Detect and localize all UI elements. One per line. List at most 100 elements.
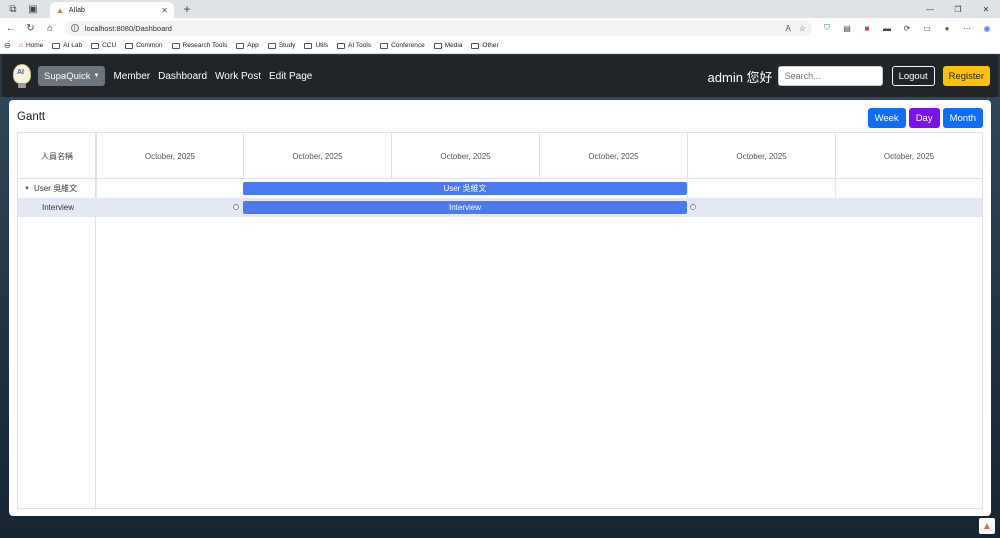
week-view-button[interactable]: Week [867,108,906,128]
back-icon[interactable]: ← [2,23,20,34]
bookmark-folder[interactable]: Other [471,42,499,49]
red-extension-icon[interactable]: ■ [860,22,874,34]
gantt-chart: 人員名稱 October, 2025 October, 2025 October… [17,132,983,509]
split-screen-icon[interactable]: ▭ [920,22,934,34]
bookmark-label: App [247,42,259,49]
bookmark-folder[interactable]: Media [433,42,463,49]
address-bar-row: ← ↻ ⌂ i localhost:8080/Dashboard A ☆ ⛉ ▤… [0,18,1000,38]
bookmark-folder[interactable]: AI Lab [52,42,82,49]
extensions-area: ⛉ ▤ ■ ▬ ⟳ ▭ ● ⋯ ◉ [820,22,1000,34]
bookmark-label: Media [444,42,463,49]
timescale-cell: October, 2025 [835,133,982,179]
copilot-icon[interactable]: ◉ [980,22,994,34]
timescale-cell: October, 2025 [391,133,539,179]
caret-down-icon: ▼ [93,73,100,79]
minimize-icon[interactable]: — [916,5,944,14]
row-label-text: User 吳維文 [33,184,78,193]
link-end-handle[interactable] [690,204,696,210]
close-icon[interactable]: ✕ [161,6,168,15]
row-label: ▼ User 吳維文 [18,179,96,198]
project-bar[interactable]: User 吳維文 [243,182,687,195]
folder-icon [52,42,61,49]
bookmark-label: Common [136,42,163,49]
grid-cell [835,179,982,198]
nav-link-dashboard[interactable]: Dashboard [158,71,207,82]
grid-cell [96,179,243,198]
timescale-cell: October, 2025 [96,133,243,179]
register-button[interactable]: Register [942,66,990,86]
browser-tab[interactable]: ▲ AIlab ✕ [50,2,174,18]
home-bookmark-icon: ⌂ [18,42,23,49]
user-greeting: admin 您好 [707,69,773,85]
collections-icon[interactable]: ⊖ [4,41,11,50]
url-text: localhost:8080/Dashboard [84,23,172,33]
timescale-cell: October, 2025 [243,133,391,179]
more-menu-icon[interactable]: ⋯ [960,22,974,34]
gantt-header: 人員名稱 October, 2025 October, 2025 October… [18,133,982,179]
extensions-icon[interactable]: ⟳ [900,22,914,34]
navbar-right: admin 您好 Logout Register [708,66,998,86]
folder-icon [433,42,442,49]
favorite-star-icon[interactable]: ☆ [799,24,806,33]
bookmark-folder[interactable]: CCU [91,42,116,49]
timescale-cell: October, 2025 [539,133,687,179]
gantt-body [96,217,982,508]
bookmark-folder[interactable]: Common [125,42,163,49]
bookmark-label: Research Tools [182,42,228,49]
home-icon[interactable]: ⌂ [41,23,59,34]
toolbar-extension-icon[interactable]: ▬ [880,22,894,34]
folder-icon [91,42,100,49]
logout-button[interactable]: Logout [891,66,935,86]
logo-text: AI [17,69,24,76]
bookmark-folder[interactable]: Conference [380,42,425,49]
tab-actions-icon[interactable]: ▣ [26,2,40,16]
read-aloud-icon[interactable]: A [785,24,790,33]
nav-link-edit-page[interactable]: Edit Page [269,71,312,82]
bookmark-folder[interactable]: Utils [304,42,328,49]
task-bar[interactable]: Interview [243,201,687,214]
grid-cell [687,198,835,217]
bookmark-folder[interactable]: Research Tools [171,42,228,49]
folder-icon [236,42,245,49]
shield-extension-icon[interactable]: ⛉ [820,22,834,34]
reload-icon[interactable]: ↻ [22,23,40,34]
collapse-toggle-icon[interactable]: ▼ [24,186,30,192]
window-close-icon[interactable]: ✕ [972,5,1000,14]
bookmark-folder[interactable]: App [236,42,259,49]
timescale-cell: October, 2025 [687,133,835,179]
search-input[interactable] [777,66,883,86]
bookmark-folder[interactable]: Study [267,42,295,49]
folder-icon [267,42,276,49]
brand-dropdown-button[interactable]: SupaQuick ▼ [38,66,106,86]
app-logo[interactable]: AI [10,62,36,90]
bookmark-label: Conference [391,42,425,49]
folder-icon [125,42,134,49]
gantt-row-task[interactable]: Interview Interview [18,198,982,217]
bookmark-folder[interactable]: AI Tools [337,42,371,49]
bookmark-label: CCU [102,42,117,49]
bookmark-label: AI Tools [348,42,372,49]
bookmark-home[interactable]: ⌂ Home [19,42,44,49]
gantt-card: Gantt Week Day Month 人員名稱 October, 2025 … [9,100,991,516]
flame-floating-icon[interactable]: ▲ [979,518,995,534]
new-tab-icon[interactable]: + [180,2,194,16]
site-info-icon[interactable]: i [70,24,79,32]
row-label-text: Interview [42,203,75,212]
day-view-button[interactable]: Day [908,108,940,128]
lightbulb-base [18,83,26,88]
flame-icon: ▲ [56,5,64,15]
nav-link-work-post[interactable]: Work Post [215,71,261,82]
brand-label: SupaQuick [44,70,91,82]
document-extension-icon[interactable]: ▤ [840,22,854,34]
gantt-row-parent[interactable]: ▼ User 吳維文 User 吳維文 [18,179,982,198]
month-view-button[interactable]: Month [942,108,983,128]
link-start-handle[interactable] [233,204,239,210]
profile-avatar[interactable]: ● [940,22,954,34]
nav-link-member[interactable]: Member [113,71,150,82]
card-title: Gantt [17,111,46,123]
grid-cell [96,198,243,217]
bookmarks-bar: ⊖ ⌂ Home AI Lab CCU Common Research Tool… [0,38,1000,54]
url-input[interactable]: i localhost:8080/Dashboard A ☆ [64,20,812,36]
restore-icon[interactable]: ❐ [944,5,972,14]
workspaces-icon[interactable]: ⧉ [6,2,20,16]
